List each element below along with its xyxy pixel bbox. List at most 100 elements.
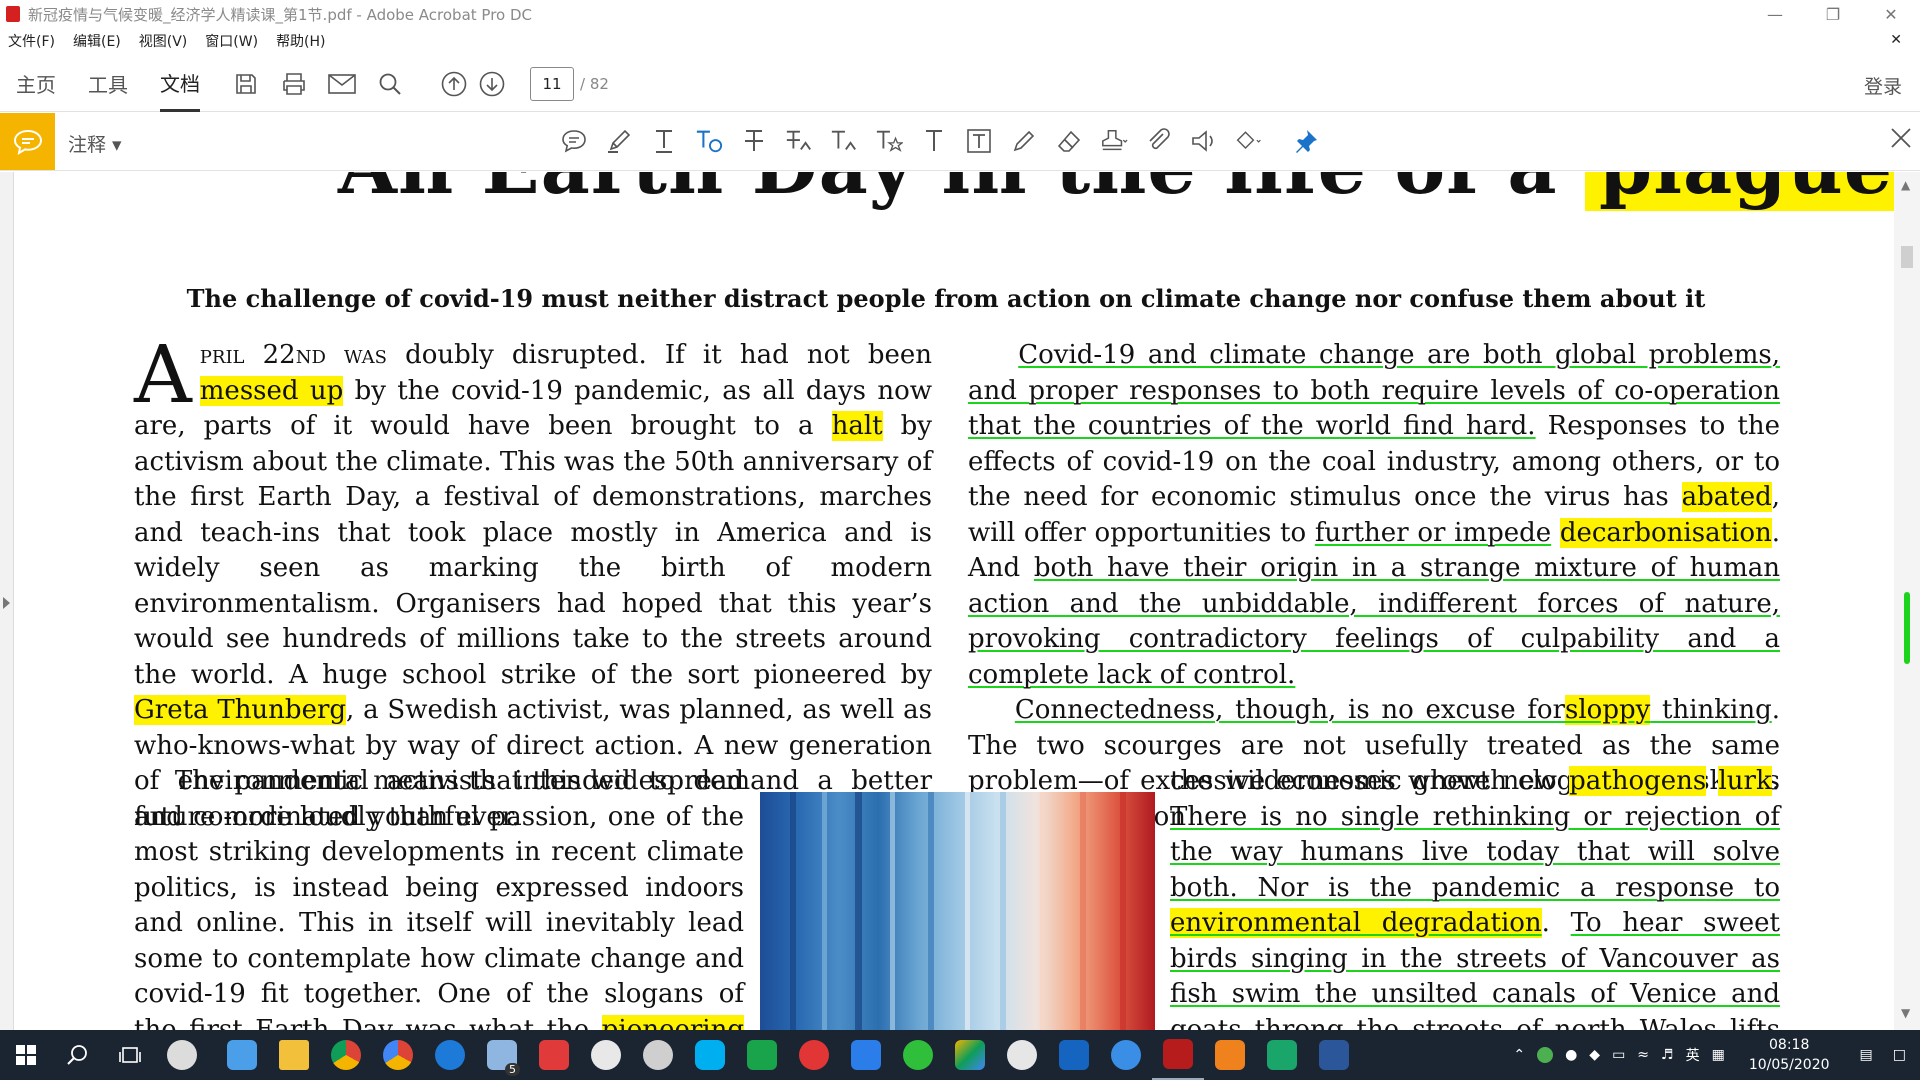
sticky-note-icon[interactable] (560, 123, 588, 159)
tray-app-icon[interactable] (1537, 1047, 1554, 1063)
mail-app-icon[interactable]: 5 (476, 1030, 528, 1080)
minimize-button[interactable]: — (1746, 0, 1804, 28)
previous-page-icon[interactable] (440, 70, 468, 98)
warming-stripes-image (760, 792, 1155, 1030)
print-icon[interactable] (280, 70, 308, 98)
close-window-button[interactable]: ✕ (1862, 0, 1920, 28)
underline-text-icon[interactable] (650, 123, 678, 159)
body-column-1-bottom: The pandemic means that this widespread … (134, 764, 744, 1030)
annotation-label[interactable]: 注释 ▾ (68, 130, 122, 157)
menu-view[interactable]: 视图(V) (139, 31, 188, 51)
green-app-icon[interactable] (736, 1030, 788, 1080)
window-title: 新冠疫情与气候变暖_经济学人精读课_第1节.pdf - Adobe Acroba… (28, 5, 533, 24)
edge-icon[interactable] (424, 1030, 476, 1080)
menu-file[interactable]: 文件(F) (8, 31, 55, 51)
task-view-icon[interactable] (104, 1030, 156, 1080)
text-callout-icon[interactable] (695, 123, 723, 159)
record-audio-icon[interactable] (1190, 123, 1218, 159)
taskbar-search-icon[interactable] (52, 1030, 104, 1080)
replace-text-icon[interactable] (785, 123, 813, 159)
tab-home[interactable]: 主页 (16, 56, 56, 112)
netease-music-icon[interactable] (788, 1030, 840, 1080)
scroll-thumb[interactable] (1901, 246, 1913, 268)
scroll-up-icon[interactable]: ▲ (1901, 178, 1910, 192)
close-toolbar-icon[interactable] (1890, 127, 1912, 153)
highlight-pen-icon[interactable] (605, 123, 633, 159)
plus-app-icon[interactable] (892, 1030, 944, 1080)
acrobat-taskbar-icon[interactable] (1152, 1030, 1204, 1080)
attach-file-icon[interactable] (1145, 123, 1173, 159)
chrome-icon[interactable] (320, 1030, 372, 1080)
orange-app-icon[interactable] (1204, 1030, 1256, 1080)
volume-icon[interactable]: ♬ (1661, 1047, 1674, 1063)
stamp-icon[interactable] (1100, 123, 1128, 159)
login-button[interactable]: 登录 (1864, 72, 1902, 99)
article-subtitle: The challenge of covid-19 must neither d… (186, 284, 1706, 313)
text-comment-icon[interactable] (875, 123, 903, 159)
maximize-button[interactable]: ❐ (1804, 0, 1862, 28)
scroll-down-icon[interactable]: ▼ (1901, 1006, 1910, 1020)
tab-document[interactable]: 文档 (160, 56, 200, 112)
email-icon[interactable] (328, 70, 356, 98)
microphone-icon[interactable]: ● (1565, 1047, 1577, 1063)
menu-bar: 文件(F) 编辑(E) 视图(V) 窗口(W) 帮助(H) ✕ (0, 30, 1920, 52)
textbox-icon[interactable] (965, 123, 993, 159)
body-column-2-top: Covid-19 and climate change are both glo… (968, 340, 1781, 832)
color-app-icon[interactable] (944, 1030, 996, 1080)
page-number-input[interactable]: 11 (530, 66, 574, 101)
settings-gear-icon[interactable] (996, 1030, 1048, 1080)
add-text-icon[interactable] (920, 123, 948, 159)
menu-window[interactable]: 窗口(W) (205, 31, 258, 51)
pencil-icon[interactable] (1010, 123, 1038, 159)
close-document-icon[interactable]: ✕ (1890, 32, 1902, 48)
annotation-tools (560, 123, 1320, 159)
article-title: An Earth Day in the life of a plague (338, 172, 1908, 211)
security-icon[interactable]: ◆ (1589, 1047, 1600, 1063)
battery-icon[interactable]: ▭ (1612, 1047, 1625, 1063)
document-viewer[interactable]: An Earth Day in the life of a plague The… (0, 172, 1920, 1030)
comment-toolbar: 注释 ▾ (0, 113, 1920, 171)
shapes-icon[interactable] (1235, 123, 1263, 159)
menu-edit[interactable]: 编辑(E) (73, 31, 121, 51)
menu-help[interactable]: 帮助(H) (276, 31, 325, 51)
save-icon[interactable] (232, 70, 260, 98)
desktop-note-icon[interactable]: ▤ (1860, 1047, 1873, 1063)
chrome-alt-icon[interactable] (372, 1030, 424, 1080)
search-icon[interactable] (376, 70, 404, 98)
notification-center-icon[interactable]: □ (1893, 1047, 1906, 1063)
shield-app-icon[interactable] (1100, 1030, 1152, 1080)
input-language[interactable]: 英 (1686, 1045, 1700, 1065)
wifi-icon[interactable]: ≈ (1637, 1047, 1649, 1063)
app-launcher-icon[interactable] (156, 1030, 208, 1080)
wechat-icon[interactable] (580, 1030, 632, 1080)
vertical-scrollbar[interactable]: ▲ ▼ (1894, 172, 1920, 1030)
insert-text-icon[interactable] (830, 123, 858, 159)
mindmaster-icon[interactable] (1256, 1030, 1308, 1080)
comment-tool-icon[interactable] (0, 113, 55, 170)
pinned-app-icon[interactable] (216, 1030, 268, 1080)
clock[interactable]: 08:18 10/05/2020 (1749, 1035, 1830, 1075)
eraser-icon[interactable] (1055, 123, 1083, 159)
red-app-icon[interactable] (528, 1030, 580, 1080)
page-total: / 82 (580, 74, 609, 93)
expand-panel-icon[interactable] (3, 597, 10, 609)
tray-overflow-icon[interactable]: ⌃ (1513, 1047, 1525, 1063)
ime-grid-icon[interactable]: ▦ (1712, 1047, 1725, 1063)
word-icon[interactable] (1308, 1030, 1360, 1080)
file-explorer-icon[interactable] (268, 1030, 320, 1080)
window-controls: — ❐ ✕ (1746, 0, 1920, 28)
tab-tools[interactable]: 工具 (88, 56, 128, 112)
pin-icon[interactable] (1292, 123, 1320, 159)
body-column-1-top: April 22nd was doubly disrupted. If it h… (134, 328, 932, 832)
skype-icon[interactable] (684, 1030, 736, 1080)
strikethrough-text-icon[interactable] (740, 123, 768, 159)
photos-icon[interactable] (632, 1030, 684, 1080)
system-tray: ⌃ ● ◆ ▭ ≈ ♬ 英 ▦ 08:18 10/05/2020 ▤ □ (1507, 1030, 1920, 1080)
pdf-page: An Earth Day in the life of a plague The… (16, 172, 1908, 1030)
next-page-icon[interactable] (478, 70, 506, 98)
windows-start-icon[interactable] (0, 1030, 52, 1080)
mail-badge: 5 (505, 1063, 520, 1076)
star-app-icon[interactable] (840, 1030, 892, 1080)
left-panel-toggle[interactable] (0, 172, 14, 1030)
blue-app-icon[interactable] (1048, 1030, 1100, 1080)
